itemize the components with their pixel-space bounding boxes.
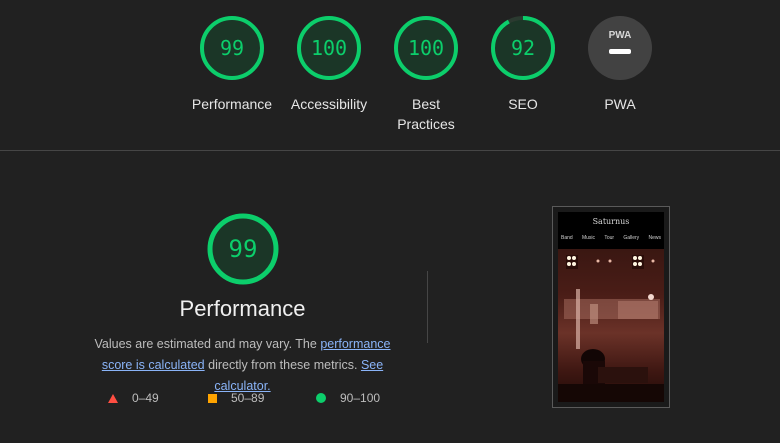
gauge-best-practices-label: Best Practices bbox=[397, 96, 455, 132]
screenshot-content: Saturnus Band Music Tour Gallery News bbox=[558, 212, 664, 402]
performance-title: Performance bbox=[179, 296, 306, 321]
triangle-icon bbox=[108, 393, 118, 403]
site-nav-item: News bbox=[648, 235, 661, 241]
gauge-pwa-label: PWA bbox=[604, 96, 636, 112]
concert-photo bbox=[558, 249, 664, 402]
performance-desc-text-2: directly from these metrics. bbox=[204, 358, 361, 372]
performance-description: Values are estimated and may vary. The p… bbox=[80, 334, 405, 397]
gauge-best-practices[interactable]: 100 Best Practices bbox=[376, 14, 476, 134]
square-icon bbox=[208, 393, 217, 403]
site-logo: Saturnus bbox=[592, 217, 630, 226]
pwa-badge-text: PWA bbox=[609, 30, 632, 41]
site-nav-item: Gallery bbox=[623, 235, 640, 241]
legend-pass: 90–100 bbox=[316, 391, 380, 405]
gauge-accessibility-score: 100 bbox=[311, 36, 347, 60]
gauge-best-practices-score: 100 bbox=[408, 36, 444, 60]
concert-photo-art bbox=[558, 255, 664, 402]
gauge-performance-ring: 99 bbox=[200, 16, 264, 80]
site-nav-item: Music bbox=[581, 235, 596, 241]
performance-section: 99 Performance Values are estimated and … bbox=[0, 151, 780, 443]
gauge-seo-ring: 92 bbox=[491, 16, 555, 80]
legend-average-label: 50–89 bbox=[231, 391, 265, 405]
final-screenshot[interactable]: Saturnus Band Music Tour Gallery News bbox=[552, 206, 670, 408]
site-nav-item: Tour bbox=[604, 235, 615, 241]
gauge-best-practices-ring: 100 bbox=[394, 16, 458, 80]
vertical-divider bbox=[427, 271, 428, 343]
category-gauges: 99 Performance 100 Accessibility 100 Bes… bbox=[0, 0, 780, 150]
circle-icon bbox=[316, 393, 326, 403]
legend-fail-label: 0–49 bbox=[132, 391, 159, 405]
gauge-performance-score: 99 bbox=[220, 36, 244, 60]
legend-pass-label: 90–100 bbox=[340, 391, 381, 405]
performance-desc-text-1: Values are estimated and may vary. The bbox=[94, 337, 321, 351]
gauge-performance[interactable]: 99 Performance bbox=[182, 14, 282, 114]
dash-icon bbox=[609, 49, 631, 54]
legend-average: 50–89 bbox=[208, 391, 264, 405]
gauge-seo-score: 92 bbox=[511, 36, 535, 60]
gauge-accessibility-ring: 100 bbox=[297, 16, 361, 80]
performance-score: 99 bbox=[229, 235, 258, 263]
legend-fail: 0–49 bbox=[108, 391, 159, 405]
gauge-accessibility-label: Accessibility bbox=[290, 96, 368, 112]
gauge-pwa[interactable]: PWA PWA bbox=[570, 14, 670, 114]
score-legend: 0–49 50–89 90–100 bbox=[0, 391, 430, 411]
site-nav-item: Band bbox=[561, 235, 573, 241]
pwa-badge-icon: PWA bbox=[588, 16, 652, 80]
performance-gauge: 99 bbox=[207, 213, 279, 285]
gauge-performance-label: Performance bbox=[191, 96, 273, 112]
site-nav: Band Music Tour Gallery News bbox=[561, 235, 661, 241]
gauge-accessibility[interactable]: 100 Accessibility bbox=[279, 14, 379, 114]
gauge-seo-label: SEO bbox=[508, 96, 538, 112]
lighthouse-report: 99 Performance 100 Accessibility 100 Bes… bbox=[0, 0, 780, 443]
gauge-seo[interactable]: 92 SEO bbox=[473, 14, 573, 114]
